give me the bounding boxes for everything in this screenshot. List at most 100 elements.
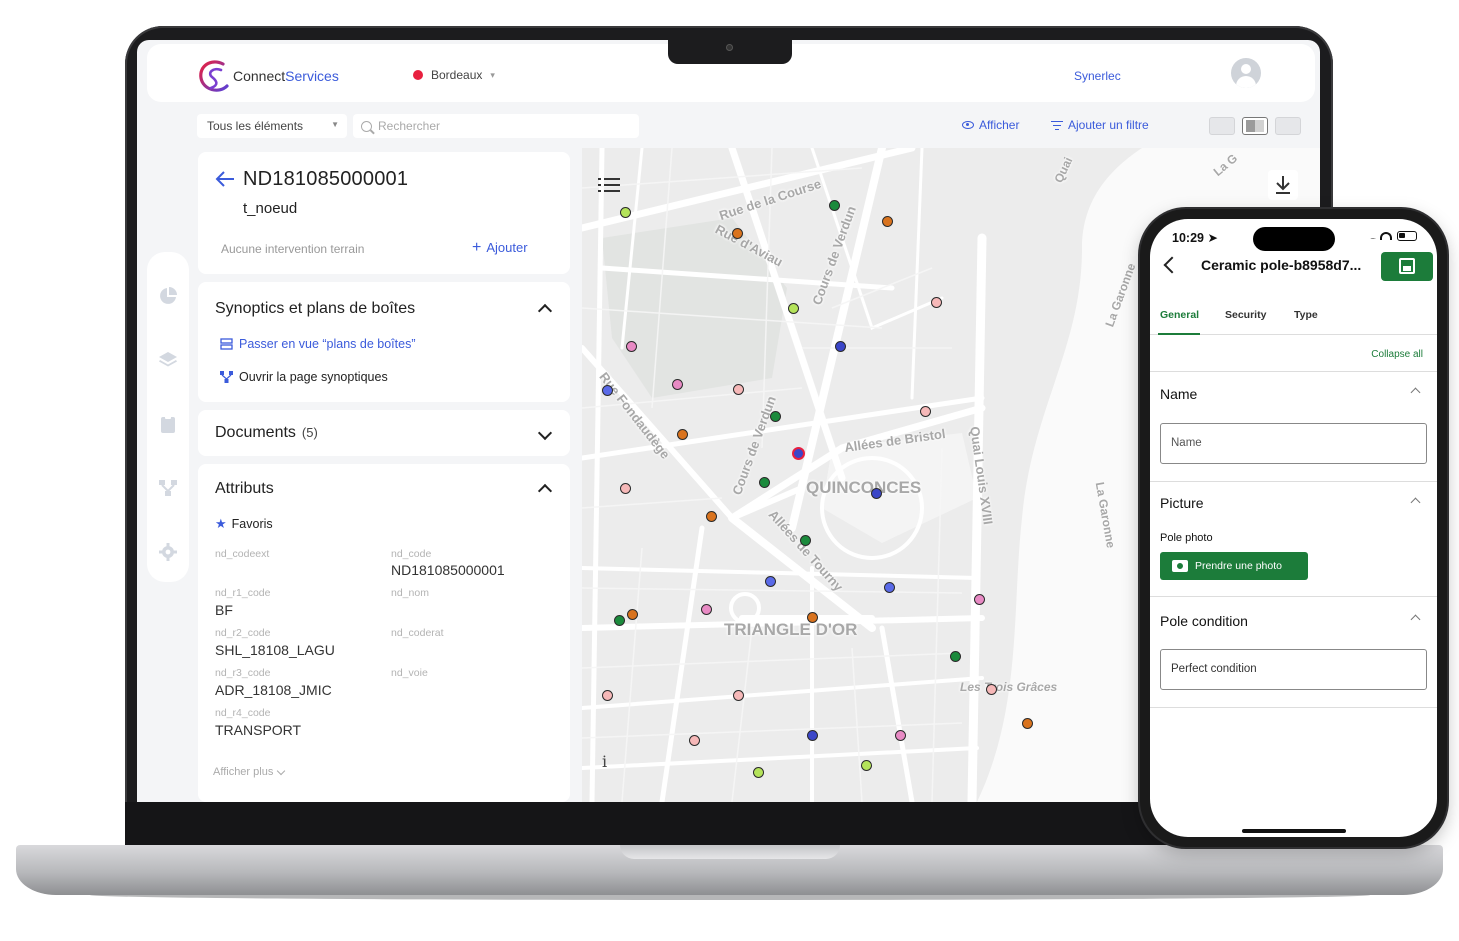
switch-box-plan-view-link[interactable]: Passer en vue “plans de boîtes” — [220, 337, 416, 351]
map-marker[interactable] — [732, 228, 743, 239]
home-indicator — [1242, 829, 1346, 833]
download-button[interactable] — [1268, 170, 1298, 200]
map-label-district: TRIANGLE D'OR — [724, 620, 858, 639]
map-marker[interactable] — [788, 303, 799, 314]
map-marker[interactable] — [895, 730, 906, 741]
map-marker[interactable] — [706, 511, 717, 522]
add-intervention-label: Ajouter — [486, 240, 528, 255]
favorites-filter[interactable]: ★ Favoris — [215, 516, 273, 532]
filter-icon — [1051, 120, 1063, 130]
name-input[interactable]: Name — [1160, 423, 1427, 464]
map-marker[interactable] — [614, 615, 625, 626]
map-marker[interactable] — [920, 406, 931, 417]
map-marker[interactable] — [620, 483, 631, 494]
location-arrow-icon: ➤ — [1207, 231, 1218, 245]
map-marker[interactable] — [1022, 718, 1033, 729]
clipboard-icon[interactable] — [158, 414, 178, 434]
chevron-up-icon[interactable] — [1410, 497, 1421, 508]
map-marker[interactable] — [884, 582, 895, 593]
name-section-title[interactable]: Name — [1160, 386, 1197, 402]
save-button[interactable] — [1381, 252, 1433, 281]
attr-key: nd_r2_code — [215, 627, 271, 639]
map-marker[interactable] — [800, 535, 811, 546]
synoptics-title: Synoptics et plans de boîtes — [215, 300, 416, 317]
show-button[interactable]: Afficher — [962, 118, 1019, 132]
status-time: 10:29 ➤ — [1172, 231, 1218, 245]
map-marker[interactable] — [829, 200, 840, 211]
documents-card[interactable]: Documents (5) — [198, 410, 570, 456]
map-marker[interactable] — [770, 411, 781, 422]
map-marker[interactable] — [807, 612, 818, 623]
gear-icon[interactable] — [158, 542, 178, 562]
map-marker[interactable] — [677, 429, 688, 440]
collapse-attributes-chevron-icon[interactable] — [538, 482, 552, 496]
picture-section-title[interactable]: Picture — [1160, 495, 1204, 511]
map-marker[interactable] — [759, 477, 770, 488]
synoptics-card: Synoptics et plans de boîtes Passer en v… — [198, 282, 570, 402]
pole-condition-section-title[interactable]: Pole condition — [1160, 613, 1248, 629]
map-info-button[interactable]: i — [602, 752, 607, 771]
map-marker[interactable] — [602, 385, 613, 396]
map-marker[interactable] — [765, 576, 776, 587]
attr-key: nd_code — [391, 548, 432, 560]
attr-key: nd_r1_code — [215, 587, 271, 599]
map-marker[interactable] — [871, 488, 882, 499]
map-marker[interactable] — [807, 730, 818, 741]
collapse-all-button[interactable]: Collapse all — [1371, 349, 1423, 360]
layers-icon[interactable] — [158, 350, 178, 370]
legend-list-button[interactable] — [598, 174, 624, 196]
show-more-button[interactable]: Afficher plus — [213, 766, 286, 778]
pie-chart-icon[interactable] — [158, 286, 178, 306]
tab-type[interactable]: Type — [1294, 309, 1318, 321]
take-photo-button[interactable]: Prendre une photo — [1160, 552, 1308, 580]
map-marker[interactable] — [753, 767, 764, 778]
tab-security[interactable]: Security — [1225, 309, 1266, 321]
brand-name: ConnectServices — [233, 68, 339, 84]
map-marker[interactable] — [835, 341, 846, 352]
map-marker[interactable] — [931, 297, 942, 308]
map-marker[interactable] — [950, 651, 961, 662]
search-input[interactable]: Rechercher — [353, 114, 639, 138]
mobile-app-screen: 10:29 ➤ .... Ceramic pole-b8958d7... Gen… — [1150, 219, 1437, 837]
add-intervention-button[interactable]: + Ajouter — [472, 239, 528, 255]
map-marker[interactable] — [626, 341, 637, 352]
chevron-up-icon[interactable] — [1410, 387, 1421, 398]
chevron-up-icon[interactable] — [1410, 614, 1421, 625]
filter-bar: Tous les éléments ▼ Rechercher — [197, 114, 639, 138]
add-filter-button[interactable]: Ajouter un filtre — [1051, 118, 1149, 132]
attr-value: SHL_18108_LAGU — [215, 642, 335, 658]
map-marker[interactable] — [974, 594, 985, 605]
city-selector[interactable]: Bordeaux ▾ — [413, 68, 495, 82]
layout-map-only-toggle[interactable] — [1209, 117, 1235, 135]
open-synoptics-link[interactable]: Ouvrir la page synoptiques — [220, 370, 388, 384]
network-icon[interactable] — [158, 478, 178, 498]
map-marker[interactable] — [672, 379, 683, 390]
scope-select[interactable]: Tous les éléments ▼ — [197, 114, 347, 138]
map-marker[interactable] — [861, 760, 872, 771]
take-photo-label: Prendre une photo — [1195, 560, 1282, 572]
map-label-district: QUINCONCES — [806, 478, 922, 497]
map-marker[interactable] — [733, 384, 744, 395]
map-marker[interactable] — [882, 216, 893, 227]
user-avatar[interactable] — [1231, 58, 1261, 88]
expand-documents-chevron-icon[interactable] — [538, 428, 552, 442]
attr-key: nd_coderat — [391, 627, 444, 639]
company-name[interactable]: Synerlec — [1074, 69, 1121, 83]
pole-condition-input[interactable]: Perfect condition — [1160, 649, 1427, 690]
brand-logo[interactable]: ConnectServices — [197, 58, 339, 94]
tab-general[interactable]: General — [1160, 309, 1199, 321]
map-marker[interactable] — [602, 690, 613, 701]
selected-map-marker[interactable] — [792, 447, 805, 460]
map-marker[interactable] — [701, 604, 712, 615]
map-marker[interactable] — [986, 684, 997, 695]
back-chevron-icon[interactable] — [1163, 256, 1181, 274]
back-arrow-icon[interactable] — [215, 170, 235, 188]
layout-panel-only-toggle[interactable] — [1275, 117, 1301, 135]
map-marker[interactable] — [627, 609, 638, 620]
collapse-synoptics-chevron-icon[interactable] — [538, 302, 552, 316]
map-marker[interactable] — [689, 735, 700, 746]
layout-split-toggle[interactable] — [1242, 117, 1268, 135]
map-marker[interactable] — [620, 207, 631, 218]
status-icons: .... — [1370, 231, 1417, 241]
map-marker[interactable] — [733, 690, 744, 701]
